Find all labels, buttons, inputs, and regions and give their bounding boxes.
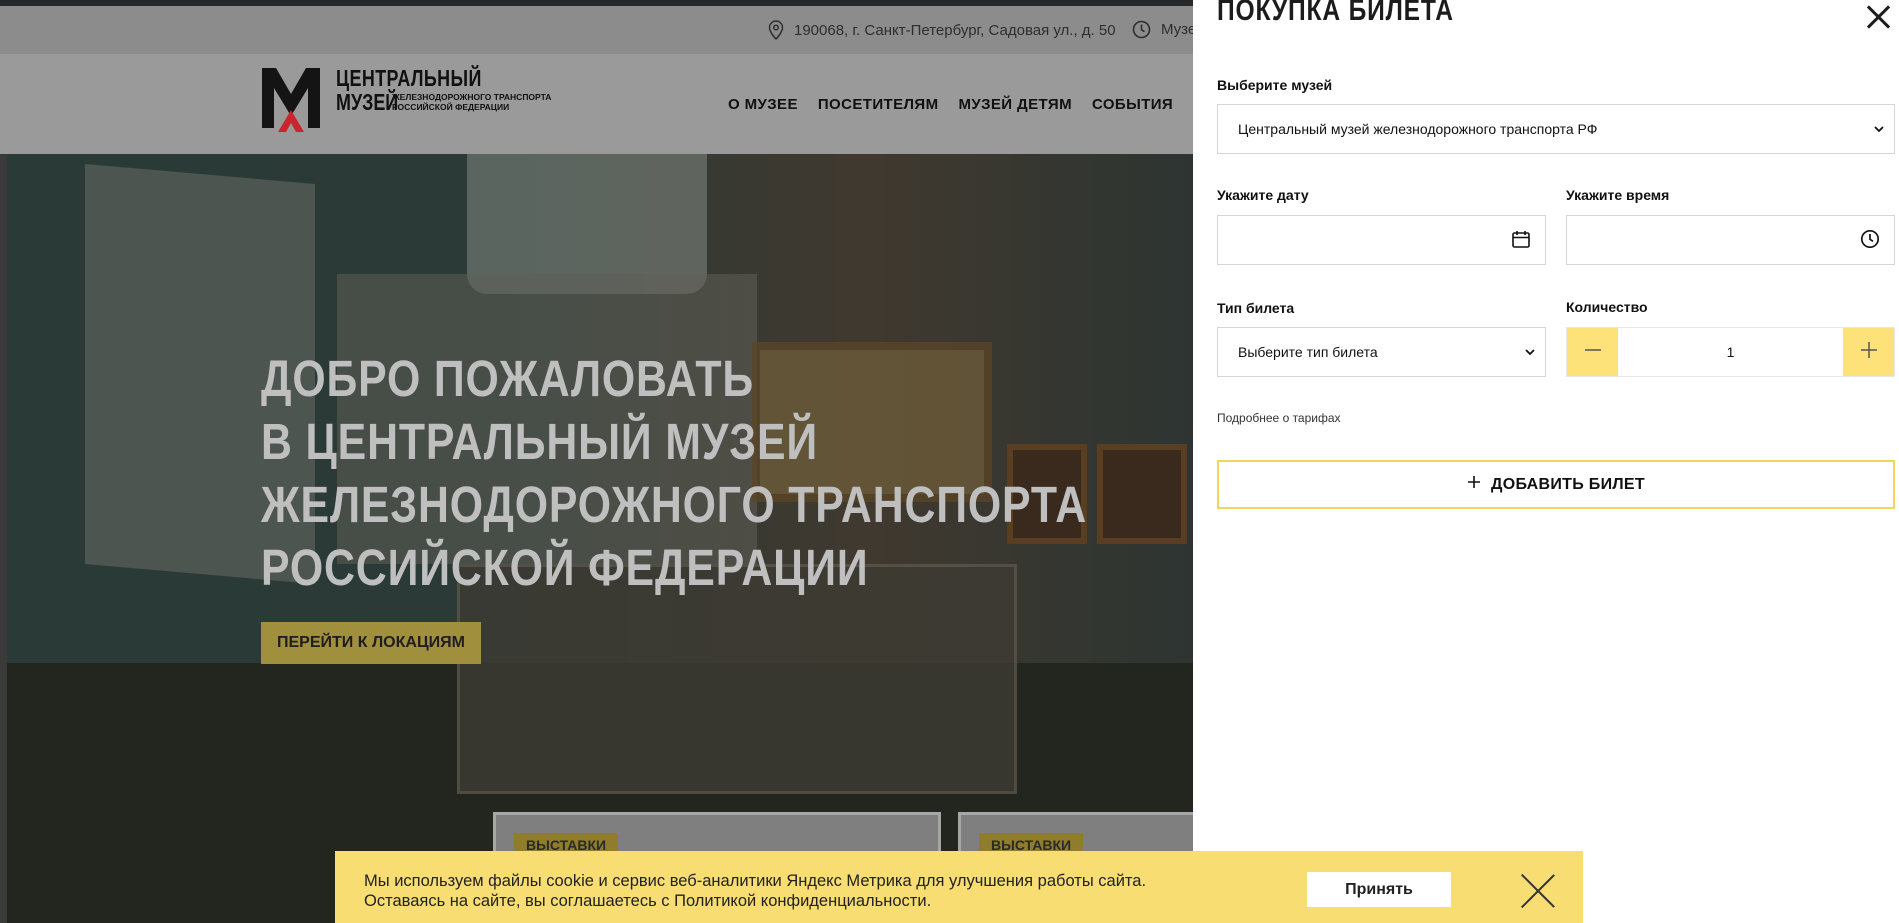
nav-item-kids[interactable]: МУЗЕЙ ДЕТЯМ <box>958 96 1072 113</box>
close-icon[interactable] <box>1865 4 1891 30</box>
location-pin-icon <box>768 20 784 40</box>
add-ticket-label: ДОБАВИТЬ БИЛЕТ <box>1491 475 1645 493</box>
logo-subtitle: ЖЕЛЕЗНОДОРОЖНОГО ТРАНСПОРТА РОССИЙСКОЙ Ф… <box>392 92 552 112</box>
time-field[interactable] <box>1566 215 1895 265</box>
quantity-label: Количество <box>1566 299 1648 315</box>
date-field[interactable] <box>1217 215 1546 265</box>
logo-line2: МУЗЕЙ <box>336 89 399 115</box>
panel-title: ПОКУПКА БИЛЕТА <box>1217 0 1454 27</box>
add-ticket-button[interactable]: ДОБАВИТЬ БИЛЕТ <box>1217 460 1895 509</box>
clock-icon[interactable] <box>1860 229 1880 252</box>
ticket-type-value: Выберите тип билета <box>1238 344 1378 360</box>
increase-button[interactable] <box>1843 328 1894 376</box>
logo-mark-icon <box>260 66 322 136</box>
clock-icon <box>1132 20 1151 39</box>
accept-cookies-button[interactable]: Принять <box>1307 872 1451 907</box>
address-item: 190068, г. Санкт-Петербург, Садовая ул.,… <box>768 20 1116 40</box>
hero-title: ДОБРО ПОЖАЛОВАТЬ В ЦЕНТРАЛЬНЫЙ МУЗЕЙ ЖЕЛ… <box>261 350 1087 596</box>
calendar-icon[interactable] <box>1511 229 1531 252</box>
chevron-down-icon <box>1525 344 1535 360</box>
museum-label: Выберите музей <box>1217 77 1333 93</box>
nav-item-about[interactable]: О МУЗЕЕ <box>728 96 798 113</box>
museum-logo[interactable]: ЦЕНТРАЛЬНЫЙ МУЗЕЙ ЖЕЛЕЗНОДОРОЖНОГО ТРАНС… <box>260 66 551 136</box>
hours-item: Музе <box>1132 20 1196 39</box>
plus-icon <box>1467 475 1481 494</box>
plus-icon <box>1859 340 1879 365</box>
museum-select[interactable]: Центральный музей железнодорожного транс… <box>1217 104 1895 154</box>
close-icon[interactable] <box>1521 875 1555 909</box>
date-label: Укажите дату <box>1217 187 1309 203</box>
ticket-purchase-panel: ПОКУПКА БИЛЕТА Выберите музей Центральны… <box>1193 0 1899 923</box>
chevron-down-icon <box>1874 121 1884 137</box>
logo-line1: ЦЕНТРАЛЬНЫЙ <box>336 65 482 91</box>
decrease-button[interactable] <box>1567 328 1618 376</box>
minus-icon <box>1583 340 1603 365</box>
time-label: Укажите время <box>1566 187 1670 203</box>
go-to-locations-button[interactable]: ПЕРЕЙТИ К ЛОКАЦИЯМ <box>261 622 481 664</box>
ticket-type-select[interactable]: Выберите тип билета <box>1217 327 1546 377</box>
hero-photo-window <box>467 154 707 294</box>
hours-text: Музе <box>1161 21 1197 38</box>
quantity-value[interactable]: 1 <box>1618 328 1843 376</box>
cookie-text: Мы используем файлы cookie и сервис веб-… <box>364 872 1147 910</box>
quantity-stepper: 1 <box>1566 327 1895 377</box>
tariffs-link[interactable]: Подробнее о тарифах <box>1217 411 1341 425</box>
address-text: 190068, г. Санкт-Петербург, Садовая ул.,… <box>794 21 1116 39</box>
cookie-banner: Мы используем файлы cookie и сервис веб-… <box>335 851 1583 923</box>
nav-item-events[interactable]: СОБЫТИЯ <box>1092 96 1173 113</box>
main-nav: О МУЗЕЕ ПОСЕТИТЕЛЯМ МУЗЕЙ ДЕТЯМ СОБЫТИЯ … <box>728 96 1212 113</box>
nav-item-visitors[interactable]: ПОСЕТИТЕЛЯМ <box>818 96 939 113</box>
hero-photo-portrait <box>1097 444 1187 544</box>
museum-select-value: Центральный музей железнодорожного транс… <box>1238 121 1598 137</box>
ticket-type-label: Тип билета <box>1217 300 1295 316</box>
